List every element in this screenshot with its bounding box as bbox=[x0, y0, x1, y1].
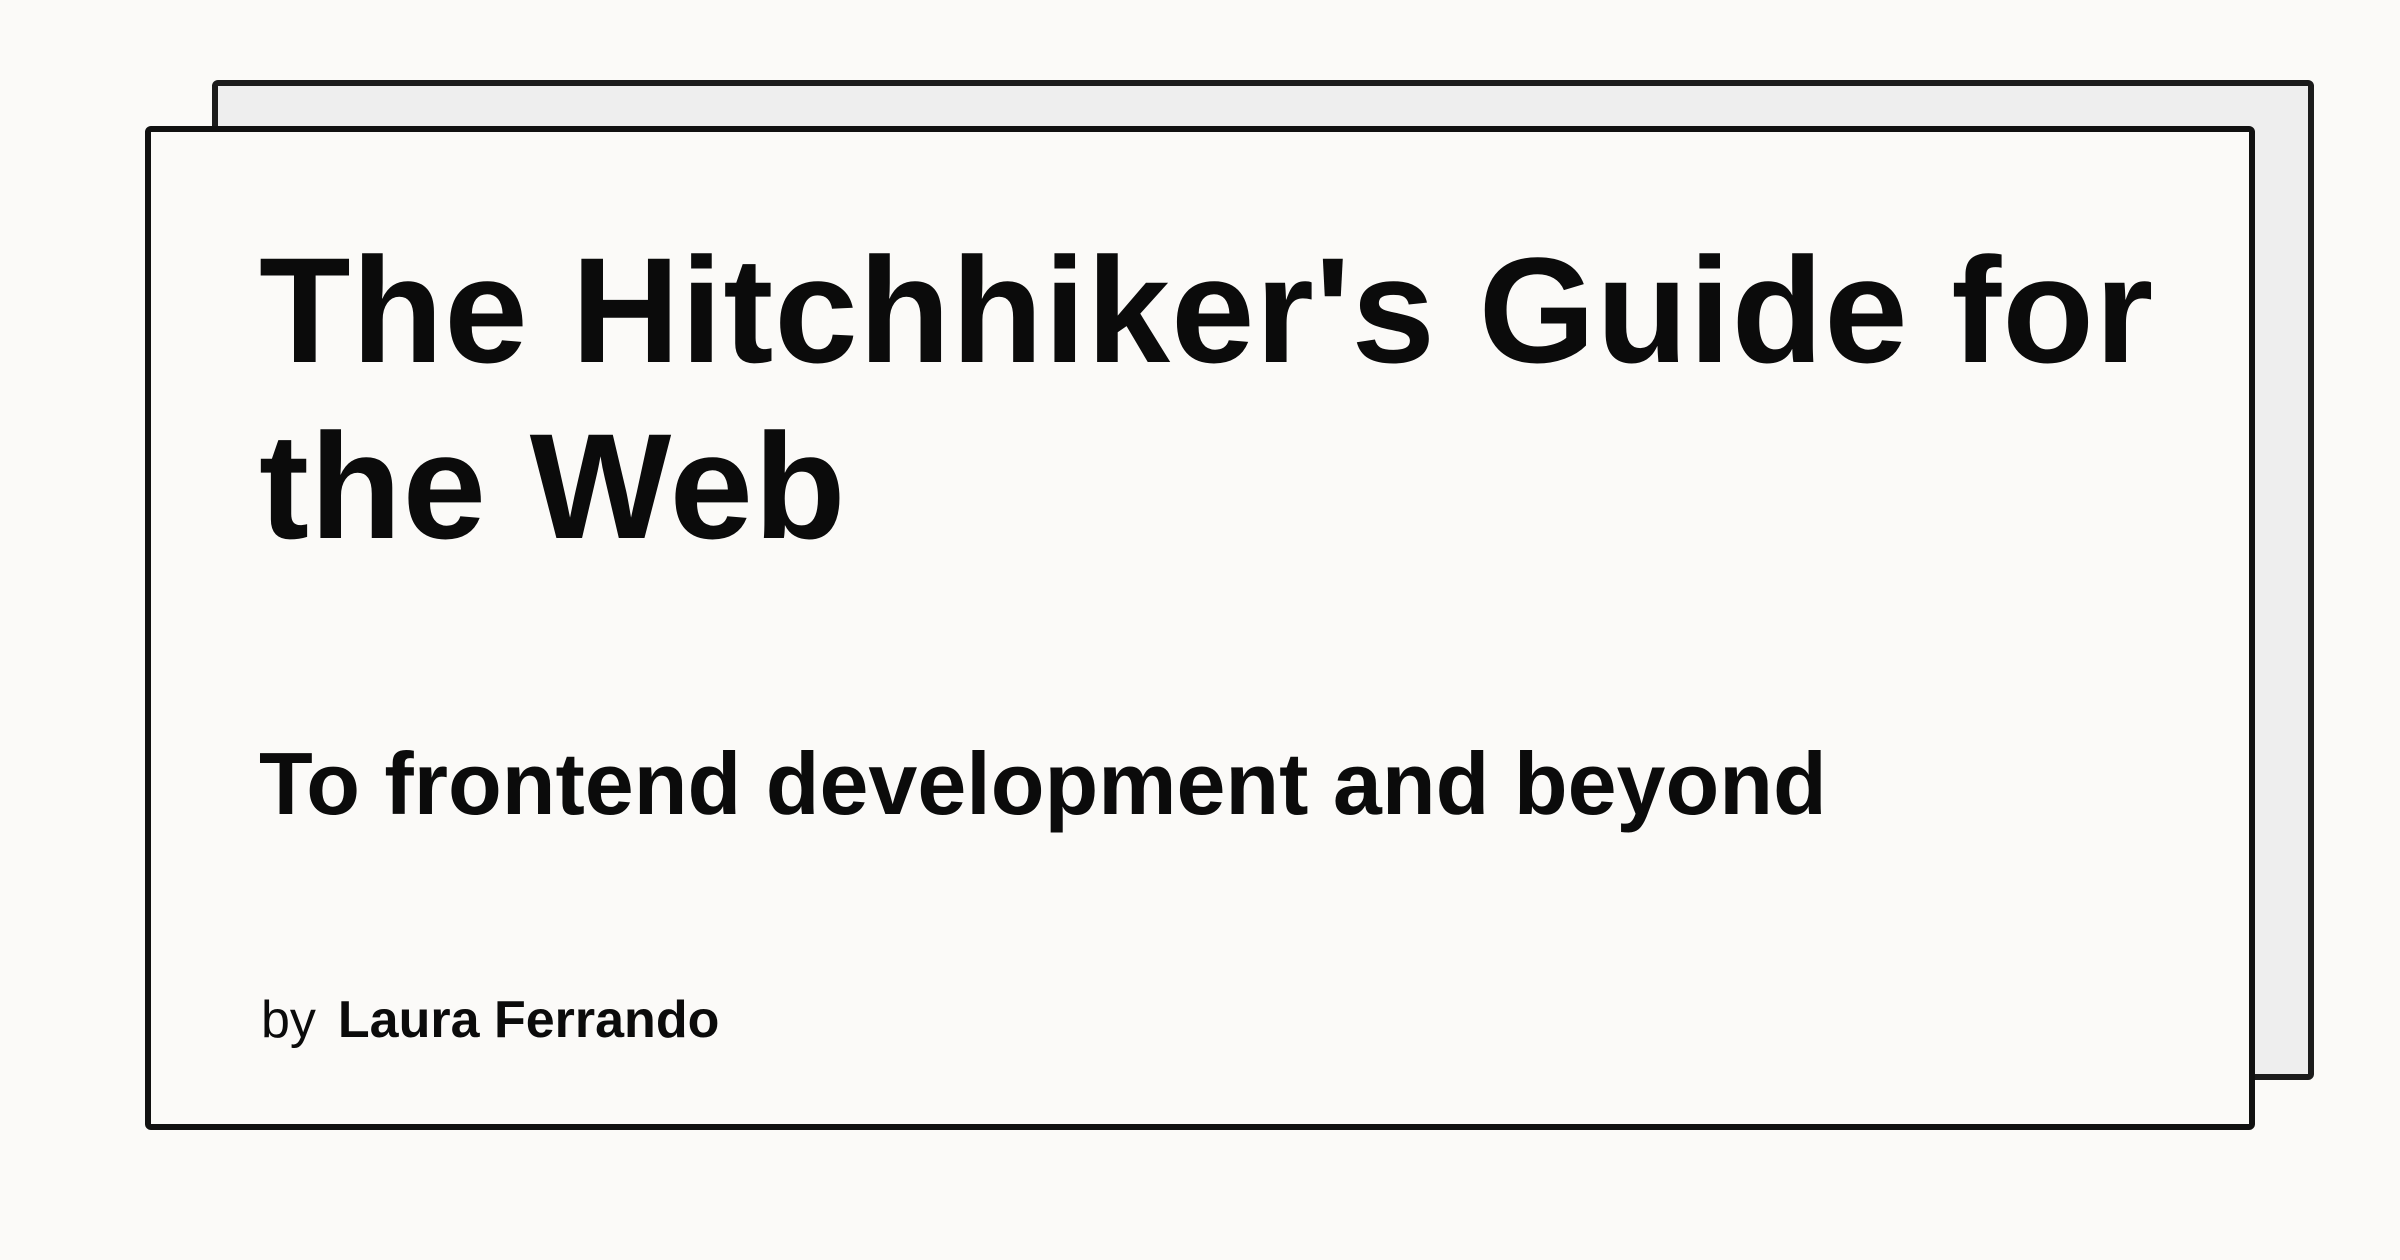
subtitle: To frontend development and beyond bbox=[259, 734, 1827, 833]
title-card: The Hitchhiker's Guide for the Web To fr… bbox=[145, 126, 2255, 1130]
page-title: The Hitchhiker's Guide for the Web bbox=[259, 226, 2155, 570]
by-label: by bbox=[261, 991, 316, 1049]
byline: by Laura Ferrando bbox=[261, 988, 719, 1052]
author-name: Laura Ferrando bbox=[337, 991, 720, 1049]
